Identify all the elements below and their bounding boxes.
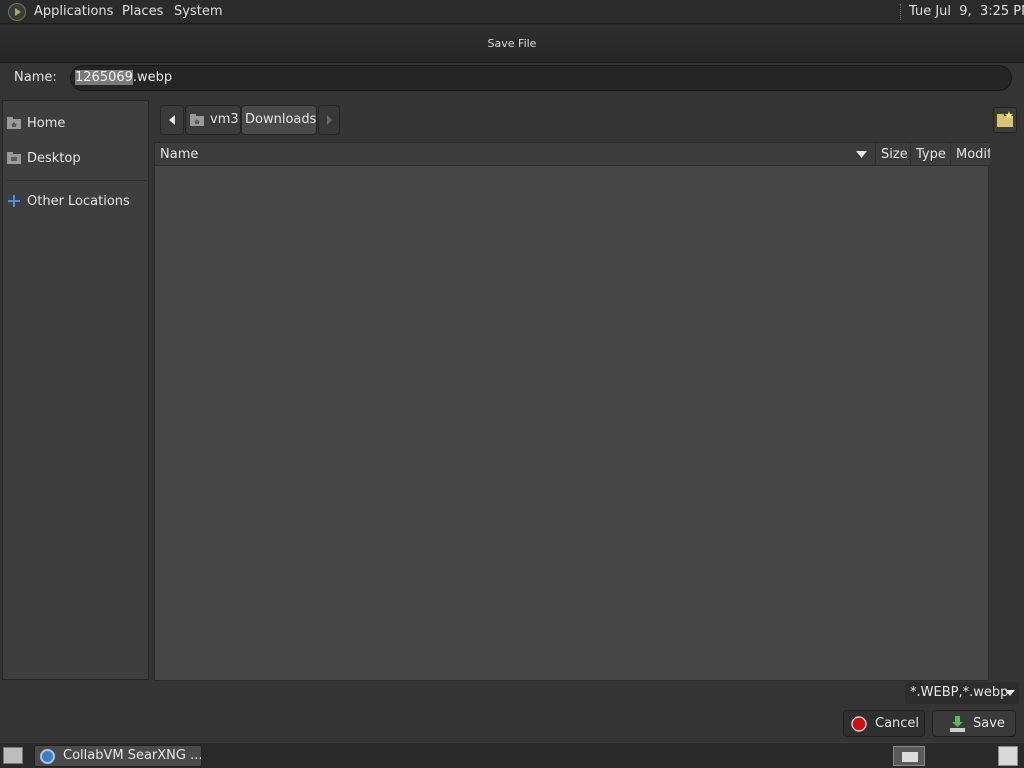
- system-menu[interactable]: System: [174, 0, 222, 24]
- column-label: Size: [881, 147, 908, 162]
- bottom-taskbar: CollabVM SearXNG ...: [0, 742, 1024, 768]
- save-file-dialog: Save File Name: 1265069.webp Home Deskto…: [0, 25, 1024, 742]
- file-list-scroll-area: [990, 142, 1022, 681]
- sort-descending-icon: [856, 151, 867, 158]
- save-label: Save: [973, 716, 1005, 731]
- plus-icon: [8, 195, 20, 207]
- save-download-icon: [950, 716, 965, 732]
- new-folder-button[interactable]: [993, 107, 1017, 133]
- sidebar-item-desktop[interactable]: Desktop: [3, 146, 148, 172]
- distro-logo-icon[interactable]: [8, 3, 26, 21]
- column-label: Type: [916, 147, 946, 162]
- new-folder-icon: [997, 111, 1013, 127]
- cancel-label: Cancel: [875, 716, 920, 731]
- path-forward-button[interactable]: [318, 105, 340, 135]
- trash-icon[interactable]: [998, 746, 1018, 766]
- sidebar-separator: [7, 180, 147, 181]
- sidebar-item-label: Desktop: [27, 151, 81, 166]
- cancel-icon: [851, 716, 867, 732]
- places-sidebar: Home Desktop Other Locations: [2, 100, 149, 680]
- save-button[interactable]: Save: [932, 710, 1016, 737]
- column-label: Modif: [956, 147, 990, 162]
- browser-icon: [40, 749, 55, 764]
- taskbar-task-button[interactable]: CollabVM SearXNG ...: [34, 745, 202, 767]
- home-folder-icon: [190, 114, 204, 126]
- filename-extension-text: .webp: [132, 70, 173, 85]
- path-back-button[interactable]: [160, 105, 184, 135]
- sidebar-item-label: Home: [27, 116, 66, 131]
- path-segment-label: vm3: [210, 112, 239, 127]
- sidebar-item-home[interactable]: Home: [3, 111, 148, 137]
- cancel-button[interactable]: Cancel: [843, 710, 925, 737]
- filter-label: *.WEBP,*.webp: [910, 685, 1009, 700]
- path-segment-downloads[interactable]: Downloads: [241, 105, 317, 135]
- filename-input[interactable]: 1265069.webp: [70, 65, 1012, 91]
- chevron-right-icon: [327, 115, 332, 125]
- column-header-type[interactable]: Type: [910, 143, 950, 166]
- sidebar-item-other-locations[interactable]: Other Locations: [3, 189, 148, 215]
- applications-menu[interactable]: Applications: [34, 0, 113, 24]
- column-header-modified[interactable]: Modif: [950, 143, 990, 166]
- column-header-size[interactable]: Size: [875, 143, 910, 166]
- file-list-header: Name Size Type Modif: [155, 143, 990, 166]
- filename-selected-text: 1265069: [75, 70, 133, 85]
- chevron-left-icon: [169, 115, 175, 125]
- panel-separator: [900, 4, 902, 20]
- task-label: CollabVM SearXNG ...: [63, 748, 202, 763]
- chevron-down-icon: [1005, 690, 1015, 696]
- show-desktop-icon[interactable]: [3, 747, 23, 764]
- home-folder-icon: [7, 117, 21, 129]
- path-segment-vm3[interactable]: vm3: [185, 105, 241, 135]
- top-panel: Applications Places System Tue Jul 9, 3:…: [0, 0, 1024, 24]
- column-header-name[interactable]: Name: [155, 143, 875, 166]
- dialog-titlebar[interactable]: Save File: [0, 25, 1024, 63]
- dialog-title: Save File: [487, 37, 537, 50]
- clock[interactable]: Tue Jul 9, 3:25 PM: [909, 0, 1024, 24]
- column-label: Name: [160, 147, 199, 162]
- file-type-filter-combo[interactable]: *.WEBP,*.webp: [905, 682, 1019, 704]
- sidebar-item-label: Other Locations: [27, 194, 130, 209]
- workspace-switcher-icon[interactable]: [893, 746, 925, 766]
- desktop-folder-icon: [7, 152, 21, 164]
- file-list[interactable]: Name Size Type Modif: [154, 142, 990, 681]
- path-segment-label: Downloads: [245, 112, 317, 127]
- places-menu[interactable]: Places: [122, 0, 163, 24]
- name-label: Name:: [14, 70, 57, 85]
